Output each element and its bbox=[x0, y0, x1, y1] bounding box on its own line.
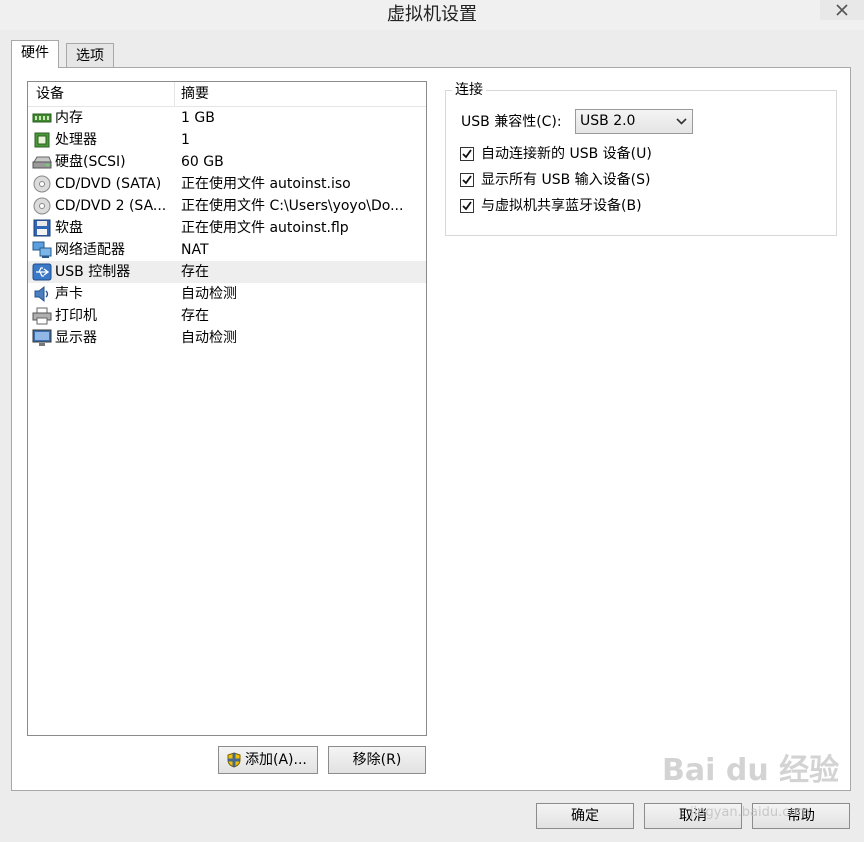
usb-compat-value: USB 2.0 bbox=[580, 113, 636, 129]
device-row-sound-card[interactable]: 声卡 自动检测 bbox=[28, 283, 426, 305]
baidu-watermark-url: jingyan.baidu.com bbox=[690, 805, 810, 820]
floppy-icon bbox=[32, 219, 52, 237]
close-button[interactable] bbox=[820, 0, 864, 20]
check-icon bbox=[462, 175, 472, 185]
device-row-memory[interactable]: 内存 1 GB bbox=[28, 107, 426, 129]
device-summary: 自动检测 bbox=[181, 330, 237, 346]
device-summary: NAT bbox=[181, 242, 209, 258]
display-icon bbox=[32, 329, 52, 347]
device-row-floppy[interactable]: 软盘 正在使用文件 autoinst.flp bbox=[28, 217, 426, 239]
device-name: CD/DVD 2 (SA... bbox=[55, 198, 167, 214]
device-name: 打印机 bbox=[55, 308, 97, 324]
printer-icon bbox=[32, 307, 52, 325]
device-name: 内存 bbox=[55, 110, 83, 126]
checkbox-label: 与虚拟机共享蓝牙设备(B) bbox=[481, 198, 642, 214]
device-summary: 1 bbox=[181, 132, 190, 148]
add-button-label: 添加(A)... bbox=[245, 752, 307, 768]
device-row-hard-disk[interactable]: 硬盘(SCSI) 60 GB bbox=[28, 151, 426, 173]
device-summary: 60 GB bbox=[181, 154, 224, 170]
usb-compat-label: USB 兼容性(C): bbox=[461, 114, 562, 130]
checkbox-label: 自动连接新的 USB 设备(U) bbox=[481, 146, 652, 162]
device-name: USB 控制器 bbox=[55, 264, 131, 280]
title-bar: 虚拟机设置 bbox=[0, 0, 864, 30]
add-button[interactable]: 添加(A)... bbox=[218, 746, 318, 774]
remove-button[interactable]: 移除(R) bbox=[328, 746, 426, 774]
hard-disk-icon bbox=[32, 153, 52, 171]
column-divider[interactable] bbox=[174, 82, 175, 106]
device-name: 软盘 bbox=[55, 220, 83, 236]
device-row-processor[interactable]: 处理器 1 bbox=[28, 129, 426, 151]
device-summary: 1 GB bbox=[181, 110, 215, 126]
ok-button[interactable]: 确定 bbox=[536, 803, 634, 829]
checkbox-box[interactable] bbox=[460, 147, 474, 161]
checkbox-label: 显示所有 USB 输入设备(S) bbox=[481, 172, 651, 188]
device-row-usb-controller[interactable]: USB 控制器 存在 bbox=[28, 261, 426, 283]
device-summary: 正在使用文件 autoinst.flp bbox=[181, 220, 349, 236]
chevron-down-icon bbox=[676, 118, 687, 125]
device-row-display[interactable]: 显示器 自动检测 bbox=[28, 327, 426, 349]
network-adapter-icon bbox=[32, 241, 52, 259]
list-header: 设备 摘要 bbox=[28, 82, 426, 107]
usb-compat-select[interactable]: USB 2.0 bbox=[575, 109, 693, 134]
check-icon bbox=[462, 201, 472, 211]
device-summary: 正在使用文件 autoinst.iso bbox=[181, 176, 351, 192]
sound-card-icon bbox=[32, 285, 52, 303]
device-row-network-adapter[interactable]: 网络适配器 NAT bbox=[28, 239, 426, 261]
checkbox-box[interactable] bbox=[460, 173, 474, 187]
close-icon bbox=[836, 4, 848, 16]
memory-icon bbox=[32, 109, 52, 127]
device-summary: 存在 bbox=[181, 308, 209, 324]
tab-options[interactable]: 选项 bbox=[66, 43, 114, 68]
cd-dvd-icon bbox=[32, 175, 52, 193]
device-summary: 正在使用文件 C:\Users\yoyo\Do... bbox=[181, 198, 404, 214]
device-row-cd-dvd-sata[interactable]: CD/DVD (SATA) 正在使用文件 autoinst.iso bbox=[28, 173, 426, 195]
device-name: 硬盘(SCSI) bbox=[55, 154, 126, 170]
processor-icon bbox=[32, 131, 52, 149]
checkbox-box[interactable] bbox=[460, 199, 474, 213]
device-name: 声卡 bbox=[55, 286, 83, 302]
device-name: 处理器 bbox=[55, 132, 97, 148]
device-summary: 自动检测 bbox=[181, 286, 237, 302]
device-row-cd-dvd-2[interactable]: CD/DVD 2 (SA... 正在使用文件 C:\Users\yoyo\Do.… bbox=[28, 195, 426, 217]
connection-group-legend: 连接 bbox=[452, 80, 486, 100]
tab-hardware[interactable]: 硬件 bbox=[11, 40, 59, 68]
device-row-printer[interactable]: 打印机 存在 bbox=[28, 305, 426, 327]
check-icon bbox=[462, 149, 472, 159]
column-header-device[interactable]: 设备 bbox=[36, 82, 64, 106]
uac-shield-icon bbox=[227, 752, 241, 768]
device-name: 显示器 bbox=[55, 330, 97, 346]
window-title: 虚拟机设置 bbox=[387, 4, 477, 25]
usb-icon bbox=[32, 263, 52, 281]
device-list[interactable]: 设备 摘要 内存 1 GB 处理器 1 硬盘(SCSI) 60 GB CD/DV… bbox=[27, 81, 427, 736]
cd-dvd-icon bbox=[32, 197, 52, 215]
baidu-watermark-logo: Bai du 经验 bbox=[662, 753, 840, 788]
device-name: 网络适配器 bbox=[55, 242, 125, 258]
device-summary: 存在 bbox=[181, 264, 209, 280]
device-name: CD/DVD (SATA) bbox=[55, 176, 162, 192]
column-header-summary[interactable]: 摘要 bbox=[181, 82, 209, 106]
